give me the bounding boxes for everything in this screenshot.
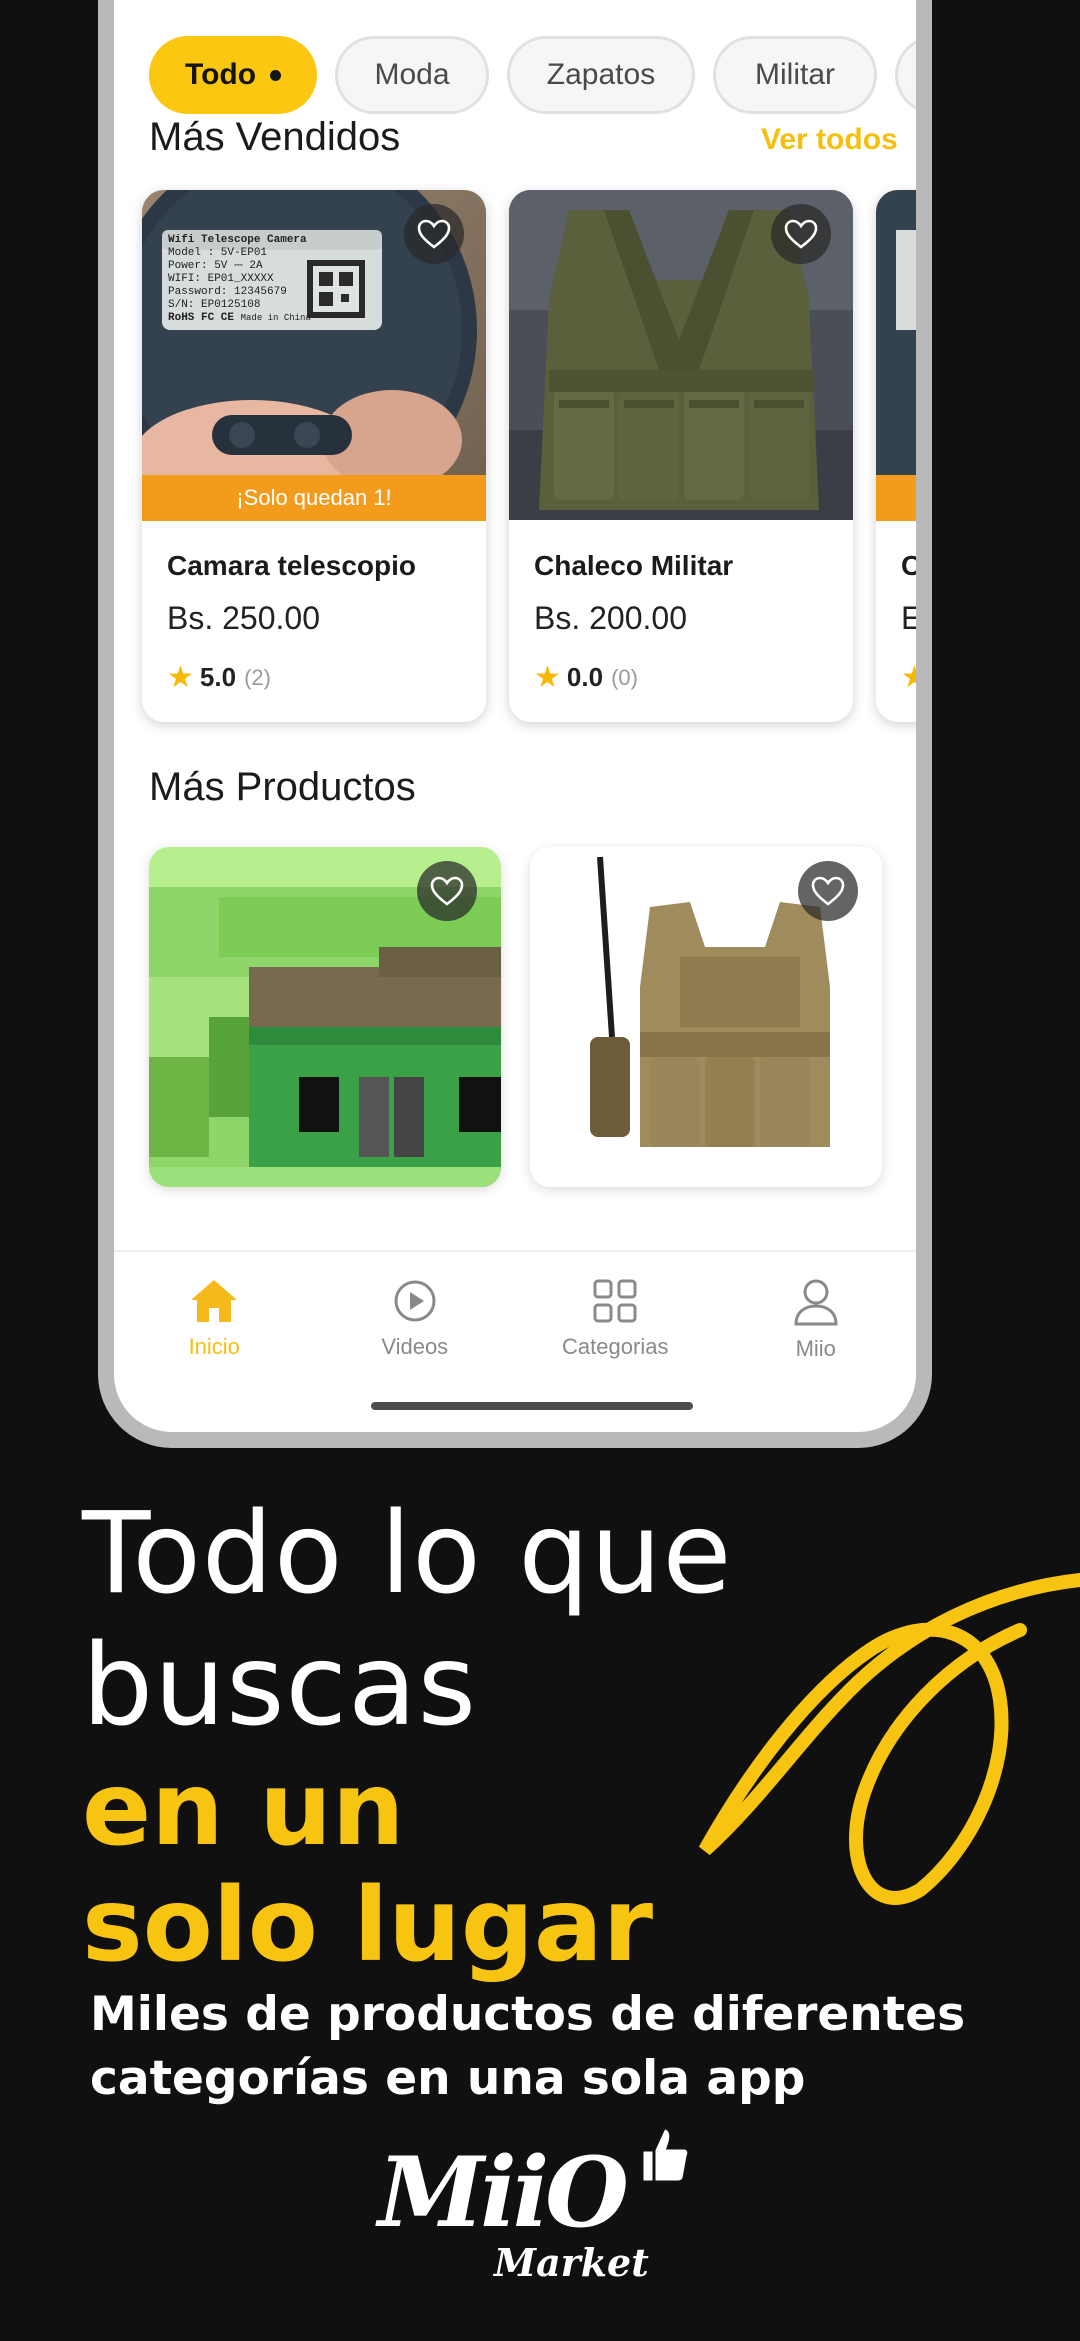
device-label-made: Made in China xyxy=(240,313,311,323)
user-icon xyxy=(794,1279,838,1326)
product-rating: ★ 0.0 (0) xyxy=(534,660,638,695)
product-image-partial xyxy=(876,190,916,520)
chip-label: Militar xyxy=(755,58,835,91)
product-price: Bs. 250.00 xyxy=(167,600,320,636)
product-card-camera[interactable]: Wifi Telescope Camera Model : 5V-EP01 Po… xyxy=(142,190,486,722)
heart-icon xyxy=(417,219,451,249)
nav-label: Videos xyxy=(381,1334,449,1359)
chip-todo[interactable]: Todo xyxy=(149,36,317,114)
home-indicator[interactable] xyxy=(371,1402,693,1410)
heart-icon xyxy=(784,219,818,249)
device-label-line: Power: 5V ⎓ 2A xyxy=(168,260,263,272)
product-card-partial[interactable]: C E ★ xyxy=(876,190,928,722)
favorite-button[interactable] xyxy=(404,204,464,264)
product-name: Chaleco Militar xyxy=(534,550,734,581)
rating-value: 0.0 xyxy=(566,662,604,692)
chip-label: Zapatos xyxy=(546,58,656,91)
chip-more[interactable] xyxy=(895,36,916,114)
rating-value: 5.0 xyxy=(199,662,237,692)
product-rating: ★ xyxy=(901,660,928,695)
miio-market-logo: MiiO Market xyxy=(372,2122,712,2292)
subheadline-line-1: Miles de productos de diferentes xyxy=(90,1987,966,2042)
app-screen: Todo Moda Zapatos Militar Más Vendidos V… xyxy=(114,0,916,1432)
heart-icon xyxy=(430,876,464,906)
chip-label: Moda xyxy=(374,58,450,91)
headline-line-4: solo lugar xyxy=(82,1866,654,1985)
product-price: Bs. 200.00 xyxy=(534,600,687,636)
headline-line-3: en un xyxy=(82,1750,405,1869)
active-dot-icon xyxy=(270,69,281,81)
grid-icon xyxy=(593,1279,637,1323)
see-all-link[interactable]: Ver todos xyxy=(761,123,898,157)
favorite-button[interactable] xyxy=(417,861,477,921)
device-label-rohs: RoHS FC CE xyxy=(168,312,235,324)
heart-icon xyxy=(811,876,845,906)
nav-videos[interactable]: Videos xyxy=(315,1252,516,1420)
device-label-line: S/N: EP0125108 xyxy=(168,299,261,311)
product-card-vest[interactable]: Chaleco Militar Bs. 200.00 ★ 0.0 (0) xyxy=(509,190,853,722)
headline-line-1: Todo lo que xyxy=(82,1489,733,1619)
stock-badge: ¡Solo quedan 1! xyxy=(142,475,486,521)
nav-categorias[interactable]: Categorias xyxy=(515,1252,716,1420)
nav-miio[interactable]: Miio xyxy=(716,1252,917,1420)
chip-label: Todo xyxy=(185,58,257,91)
category-chips: Todo Moda Zapatos Militar xyxy=(149,36,916,114)
product-name: Camara telescopio xyxy=(167,550,416,581)
favorite-button[interactable] xyxy=(798,861,858,921)
thumbs-up-icon xyxy=(640,2126,691,2184)
nav-label: Inicio xyxy=(188,1334,240,1359)
swirl-decoration xyxy=(698,1573,1080,1905)
phone-frame: Todo Moda Zapatos Militar Más Vendidos V… xyxy=(98,0,932,1448)
play-icon xyxy=(394,1280,436,1322)
product-rating: ★ 5.0 (2) xyxy=(167,660,271,695)
chip-militar[interactable]: Militar xyxy=(713,36,877,114)
more-products-title: Más Productos xyxy=(149,765,416,809)
chip-moda[interactable]: Moda xyxy=(335,36,489,114)
device-label-title: Wifi Telescope Camera xyxy=(168,234,307,246)
headline: Todo lo que buscas en un solo lugar xyxy=(82,1488,732,1984)
bottom-nav: Inicio Videos Categorias Miio xyxy=(114,1250,916,1420)
home-icon xyxy=(191,1280,238,1322)
device-label-line: RoHS FC CE Made in China xyxy=(168,312,311,325)
favorite-button[interactable] xyxy=(771,204,831,264)
product-card-green[interactable] xyxy=(149,847,501,1187)
product-price: E xyxy=(901,600,923,636)
headline-line-2: buscas xyxy=(82,1621,477,1751)
nav-label: Miio xyxy=(795,1336,836,1361)
star-icon: ★ xyxy=(167,661,194,694)
subheadline: Miles de productos de diferentes categor… xyxy=(90,1983,965,2111)
subheadline-line-2: categorías en una sola app xyxy=(90,2051,806,2106)
device-label-line: Model : 5V-EP01 xyxy=(168,247,268,259)
stock-badge xyxy=(876,475,916,521)
rating-count: (2) xyxy=(244,664,271,690)
device-label-line: WIFI: EP01_XXXXX xyxy=(168,273,274,285)
chip-zapatos[interactable]: Zapatos xyxy=(507,36,695,114)
star-icon: ★ xyxy=(901,661,928,694)
nav-inicio[interactable]: Inicio xyxy=(114,1252,315,1420)
device-label-line: Password: 12345679 xyxy=(168,286,287,298)
product-name: C xyxy=(901,550,922,581)
star-icon: ★ xyxy=(534,661,561,694)
nav-label: Categorias xyxy=(562,1334,669,1359)
product-card-tan-vest[interactable] xyxy=(530,847,882,1187)
device-label: Wifi Telescope Camera Model : 5V-EP01 Po… xyxy=(168,234,311,325)
logo-wordmark: MiiO xyxy=(378,2136,629,2249)
logo-subtitle: Market xyxy=(494,2240,649,2285)
rating-count: (0) xyxy=(611,664,638,690)
best-sellers-title: Más Vendidos xyxy=(149,115,401,159)
